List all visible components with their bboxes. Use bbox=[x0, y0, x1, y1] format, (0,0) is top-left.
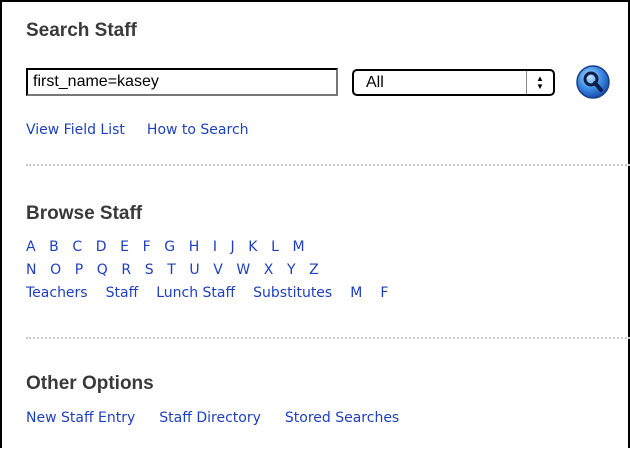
letter-row-2: N O P Q R S T U V W X Y Z bbox=[26, 262, 319, 278]
letter-link[interactable]: S bbox=[145, 262, 154, 278]
stored-searches-link[interactable]: Stored Searches bbox=[285, 410, 399, 426]
letter-link[interactable]: J bbox=[231, 239, 235, 255]
staff-category-links: Teachers Staff Lunch Staff Substitutes M… bbox=[26, 285, 388, 301]
letter-link[interactable]: V bbox=[213, 262, 223, 278]
male-link[interactable]: M bbox=[350, 285, 362, 301]
female-link[interactable]: F bbox=[380, 285, 388, 301]
letter-link[interactable]: Z bbox=[309, 262, 319, 278]
browse-staff-heading: Browse Staff bbox=[26, 203, 143, 224]
updown-arrows-icon: ▲ ▼ bbox=[526, 71, 553, 94]
letter-link[interactable]: B bbox=[49, 239, 59, 255]
letter-link[interactable]: I bbox=[213, 239, 217, 255]
letter-link[interactable]: M bbox=[292, 239, 304, 255]
letter-link[interactable]: F bbox=[143, 239, 151, 255]
letter-link[interactable]: U bbox=[189, 262, 199, 278]
search-staff-heading: Search Staff bbox=[26, 20, 137, 41]
staff-link[interactable]: Staff bbox=[106, 285, 139, 301]
letter-link[interactable]: T bbox=[167, 262, 176, 278]
teachers-link[interactable]: Teachers bbox=[26, 285, 88, 301]
letter-row-1: A B C D E F G H I J K L M bbox=[26, 239, 305, 255]
new-staff-entry-link[interactable]: New Staff Entry bbox=[26, 410, 135, 426]
lunch-staff-link[interactable]: Lunch Staff bbox=[156, 285, 235, 301]
letter-link[interactable]: P bbox=[75, 262, 83, 278]
how-to-search-link[interactable]: How to Search bbox=[147, 122, 249, 138]
letter-link[interactable]: Q bbox=[97, 262, 108, 278]
divider bbox=[26, 337, 630, 339]
letter-link[interactable]: H bbox=[189, 239, 200, 255]
letter-link[interactable]: G bbox=[164, 239, 175, 255]
letter-link[interactable]: R bbox=[121, 262, 131, 278]
other-options-heading: Other Options bbox=[26, 373, 154, 394]
other-options-links: New Staff Entry Staff Directory Stored S… bbox=[26, 410, 399, 426]
substitutes-link[interactable]: Substitutes bbox=[253, 285, 332, 301]
letter-link[interactable]: X bbox=[264, 262, 274, 278]
letter-link[interactable]: E bbox=[120, 239, 129, 255]
search-help-links: View Field List How to Search bbox=[26, 122, 249, 138]
letter-link[interactable]: W bbox=[236, 262, 250, 278]
letter-link[interactable]: N bbox=[26, 262, 36, 278]
letter-link[interactable]: L bbox=[271, 239, 279, 255]
letter-link[interactable]: D bbox=[96, 239, 107, 255]
magnifier-icon[interactable] bbox=[575, 64, 611, 100]
search-scope-value: All bbox=[366, 73, 384, 91]
letter-link[interactable]: A bbox=[26, 239, 36, 255]
view-field-list-link[interactable]: View Field List bbox=[26, 122, 125, 138]
search-scope-select[interactable]: All ▲ ▼ bbox=[352, 69, 555, 96]
divider bbox=[26, 164, 630, 166]
search-input[interactable] bbox=[26, 68, 338, 96]
letter-link[interactable]: C bbox=[72, 239, 82, 255]
staff-directory-link[interactable]: Staff Directory bbox=[159, 410, 261, 426]
letter-link[interactable]: Y bbox=[287, 262, 296, 278]
letter-link[interactable]: K bbox=[248, 239, 257, 255]
letter-link[interactable]: O bbox=[50, 262, 61, 278]
